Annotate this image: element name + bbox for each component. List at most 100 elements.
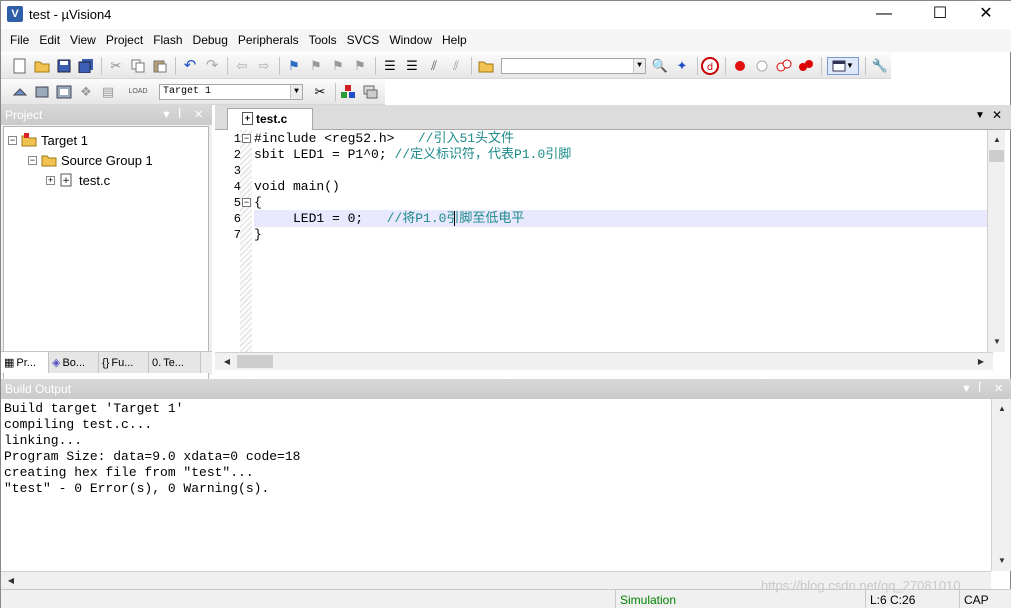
find-replace-icon[interactable]: ✦ <box>673 57 691 75</box>
fold-collapse-icon[interactable]: − <box>242 198 251 207</box>
indent-icon[interactable]: ☰ <box>381 57 399 75</box>
scroll-left-icon[interactable]: ◀ <box>219 354 235 370</box>
menu-project[interactable]: Project <box>101 29 148 52</box>
collapse-icon[interactable]: − <box>8 135 17 145</box>
menu-debug[interactable]: Debug <box>188 29 233 52</box>
panel-close-icon[interactable]: ✕ <box>194 105 203 125</box>
build-output-pane[interactable]: Build target 'Target 1' compiling test.c… <box>1 399 991 589</box>
comment-icon[interactable]: ⫽ <box>425 57 443 75</box>
editor-tab-bar: + test.c ▼ ✕ <box>215 105 1011 130</box>
menu-svcs[interactable]: SVCS <box>342 29 385 52</box>
editor-horizontal-scrollbar[interactable]: ◀ ▶ <box>215 352 993 370</box>
expand-icon[interactable]: + <box>46 175 55 185</box>
tree-item-target[interactable]: − Target 1 <box>8 131 88 149</box>
menu-view[interactable]: View <box>65 29 101 52</box>
folder-icon <box>41 153 57 167</box>
select-packet-icon[interactable] <box>361 83 379 101</box>
menu-flash[interactable]: Flash <box>148 29 187 52</box>
maximize-button[interactable]: ☐ <box>917 1 963 29</box>
manage-components-icon[interactable] <box>339 83 357 101</box>
code-comment: //引入51头文件 <box>394 131 515 146</box>
save-all-icon[interactable] <box>77 57 95 75</box>
tab-project[interactable]: ▦ Pr... <box>1 352 49 373</box>
bookmark-next-icon[interactable]: ⚑ <box>329 57 347 75</box>
kill-all-breakpoints-icon[interactable] <box>797 57 815 75</box>
insert-breakpoint-icon[interactable] <box>731 57 749 75</box>
bookmark-icon[interactable]: ⚑ <box>285 57 303 75</box>
redo-icon[interactable]: ↷ <box>203 57 221 75</box>
tab-books[interactable]: ◈ Bo... <box>49 352 99 373</box>
tab-books-label: Bo... <box>62 356 86 369</box>
translate-icon[interactable] <box>11 83 29 101</box>
save-icon[interactable] <box>55 57 73 75</box>
close-button[interactable]: ✕ <box>963 1 1009 29</box>
code-editor[interactable]: 1 2 3 4 5 6 7 − − #include <reg52.h> //引… <box>215 130 1007 352</box>
pin-icon[interactable]: ꟾ <box>178 105 181 125</box>
svg-text:+: + <box>62 176 70 186</box>
incremental-find-icon[interactable]: 🔍 <box>651 57 669 75</box>
scroll-down-icon[interactable]: ▼ <box>994 553 1010 569</box>
nav-forward-icon[interactable]: ⇨ <box>255 57 273 75</box>
open-file-icon[interactable] <box>33 57 51 75</box>
code-comment: //将P1.0引脚至低电平 <box>386 211 525 226</box>
batch-build-icon[interactable]: ❖ <box>77 83 95 101</box>
disable-all-breakpoints-icon[interactable] <box>775 57 793 75</box>
build-output-header: Build Output ▼ ꟾ ✕ <box>1 379 1011 399</box>
nav-back-icon[interactable]: ⇦ <box>233 57 251 75</box>
unindent-icon[interactable]: ☰ <box>403 57 421 75</box>
scroll-thumb[interactable] <box>989 150 1004 162</box>
download-icon[interactable]: LOAD <box>128 83 147 101</box>
panel-close-icon[interactable]: ✕ <box>994 379 1003 399</box>
close-tab-icon[interactable]: ✕ <box>992 108 1002 122</box>
pin-icon[interactable]: ꟾ <box>978 379 981 399</box>
scroll-up-icon[interactable]: ▲ <box>994 401 1010 417</box>
copy-icon[interactable] <box>129 57 147 75</box>
undo-icon[interactable]: ↶ <box>181 57 199 75</box>
debug-session-icon[interactable]: d <box>701 57 719 75</box>
tab-test-c[interactable]: + test.c <box>227 108 313 130</box>
stop-build-icon[interactable]: ▤ <box>99 83 117 101</box>
paste-icon[interactable] <box>151 57 169 75</box>
scroll-up-icon[interactable]: ▲ <box>989 132 1005 148</box>
menu-window[interactable]: Window <box>384 29 437 52</box>
menu-edit[interactable]: Edit <box>34 29 65 52</box>
c-file-icon: + <box>59 173 75 187</box>
find-in-files-icon[interactable] <box>477 57 495 75</box>
scroll-down-icon[interactable]: ▼ <box>989 334 1005 350</box>
tab-functions[interactable]: {} Fu... <box>99 352 149 373</box>
new-file-icon[interactable] <box>11 57 29 75</box>
menu-tools[interactable]: Tools <box>304 29 342 52</box>
rebuild-icon[interactable] <box>55 83 73 101</box>
enable-breakpoint-icon[interactable] <box>753 57 771 75</box>
editor-vertical-scrollbar[interactable]: ▲ ▼ <box>987 130 1005 352</box>
tree-item-file[interactable]: + + test.c <box>46 171 111 189</box>
output-line: creating hex file from "test"... <box>4 465 254 480</box>
uncomment-icon[interactable]: ⫽ <box>447 57 465 75</box>
find-combo[interactable]: ▼ <box>501 58 646 74</box>
build-icon[interactable] <box>33 83 51 101</box>
tab-list-icon[interactable]: ▼ <box>975 110 985 121</box>
panel-menu-icon[interactable]: ▼ <box>961 379 972 399</box>
target-options-icon[interactable]: ✂ <box>311 83 329 101</box>
output-vertical-scrollbar[interactable]: ▲ ▼ <box>991 399 1011 571</box>
code-line: { <box>254 195 262 211</box>
panel-menu-icon[interactable]: ▼ <box>161 105 172 125</box>
menu-file[interactable]: File <box>5 29 34 52</box>
scroll-thumb[interactable] <box>237 355 273 368</box>
code-text: void main() <box>254 179 340 194</box>
tree-item-group[interactable]: − Source Group 1 <box>28 151 153 169</box>
scroll-left-icon[interactable]: ◀ <box>3 573 19 589</box>
collapse-icon[interactable]: − <box>28 155 37 165</box>
fold-collapse-icon[interactable]: − <box>242 134 251 143</box>
configure-icon[interactable]: 🔧 <box>871 57 889 75</box>
bookmark-prev-icon[interactable]: ⚑ <box>307 57 325 75</box>
cut-icon[interactable]: ✂ <box>107 57 125 75</box>
menu-help[interactable]: Help <box>437 29 472 52</box>
menu-peripherals[interactable]: Peripherals <box>233 29 304 52</box>
minimize-button[interactable]: — <box>861 1 907 29</box>
scroll-right-icon[interactable]: ▶ <box>973 354 989 370</box>
bookmark-clear-icon[interactable]: ⚑ <box>351 57 369 75</box>
target-select[interactable]: Target 1 ▼ <box>159 84 303 100</box>
window-layout-icon[interactable]: ▼ <box>827 57 859 75</box>
tab-templates[interactable]: 0. Te... <box>149 352 201 373</box>
